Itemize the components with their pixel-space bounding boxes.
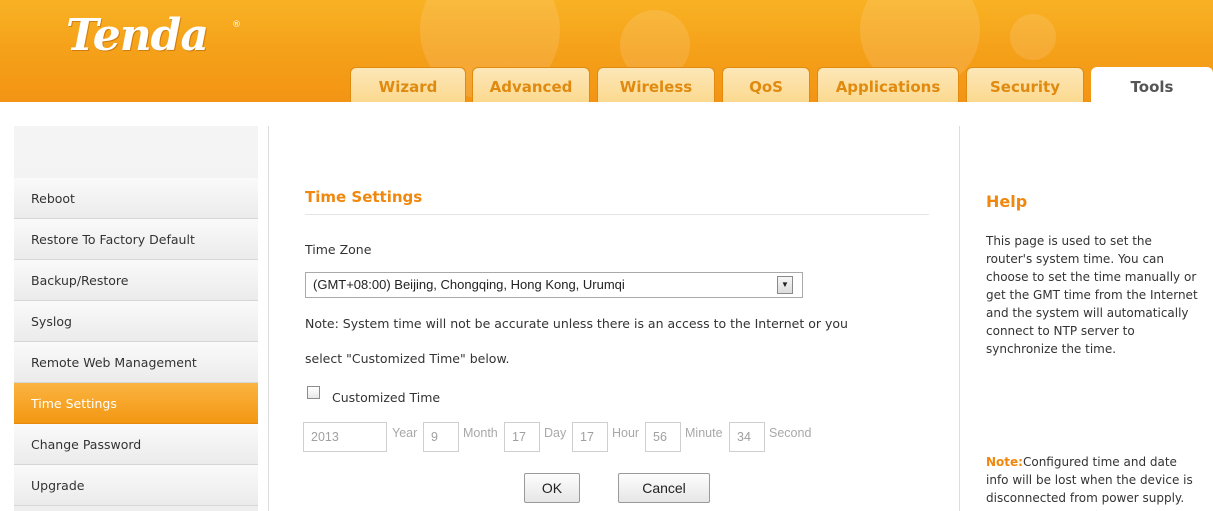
- year-input[interactable]: 2013: [303, 422, 387, 452]
- help-note-label: Note:: [986, 455, 1023, 469]
- minute-input[interactable]: 56: [645, 422, 681, 452]
- hour-label: Hour: [612, 426, 640, 440]
- day-input[interactable]: 17: [504, 422, 540, 452]
- time-zone-value: (GMT+08:00) Beijing, Chongqing, Hong Kon…: [313, 277, 625, 292]
- tab-qos[interactable]: QoS: [722, 67, 810, 102]
- minute-label: Minute: [685, 426, 723, 440]
- help-note: Note:Configured time and date info will …: [986, 453, 1198, 507]
- time-zone-select[interactable]: (GMT+08:00) Beijing, Chongqing, Hong Kon…: [305, 272, 803, 298]
- tab-wizard[interactable]: Wizard: [350, 67, 466, 102]
- header-banner: Tenda ® Wizard Advanced Wireless QoS App…: [0, 0, 1213, 102]
- tab-applications[interactable]: Applications: [817, 67, 959, 102]
- sidebar-item-upgrade[interactable]: Upgrade: [14, 465, 258, 506]
- tab-tools[interactable]: Tools: [1091, 67, 1213, 102]
- customized-time-label: Customized Time: [332, 390, 441, 405]
- sidebar-item-syslog[interactable]: Syslog: [14, 301, 258, 342]
- second-label: Second: [769, 426, 812, 440]
- second-input[interactable]: 34: [729, 422, 765, 452]
- month-label: Month: [463, 426, 498, 440]
- hour-input[interactable]: 17: [572, 422, 608, 452]
- registered-mark: ®: [232, 20, 241, 30]
- decorative-bubble: [1010, 14, 1056, 60]
- sidebar-item-change-password[interactable]: Change Password: [14, 424, 258, 465]
- time-zone-label: Time Zone: [305, 242, 372, 257]
- chevron-down-icon[interactable]: ▼: [777, 276, 793, 294]
- tab-wireless[interactable]: Wireless: [597, 67, 715, 102]
- tab-advanced[interactable]: Advanced: [472, 67, 590, 102]
- tenda-logo: Tenda: [66, 10, 209, 61]
- ok-button[interactable]: OK: [524, 473, 580, 503]
- sidebar-item-restore-factory-default[interactable]: Restore To Factory Default: [14, 219, 258, 260]
- month-input[interactable]: 9: [423, 422, 459, 452]
- note-text-line2: select "Customized Time" below.: [305, 351, 510, 366]
- sidebar-item-backup-restore[interactable]: Backup/Restore: [14, 260, 258, 301]
- customized-time-checkbox[interactable]: [307, 386, 320, 399]
- sidebar-item-reboot[interactable]: Reboot: [14, 178, 258, 219]
- note-text-line1: Note: System time will not be accurate u…: [305, 316, 848, 331]
- sidebar-item-remote-web-management[interactable]: Remote Web Management: [14, 342, 258, 383]
- cancel-button[interactable]: Cancel: [618, 473, 710, 503]
- help-title: Help: [986, 192, 1028, 211]
- title-divider: [305, 214, 929, 215]
- tab-security[interactable]: Security: [966, 67, 1084, 102]
- sidebar-item-time-settings[interactable]: Time Settings: [14, 383, 258, 424]
- year-label: Year: [392, 426, 418, 440]
- page-title: Time Settings: [305, 188, 423, 206]
- day-label: Day: [544, 426, 567, 440]
- help-text: This page is used to set the router's sy…: [986, 234, 1198, 356]
